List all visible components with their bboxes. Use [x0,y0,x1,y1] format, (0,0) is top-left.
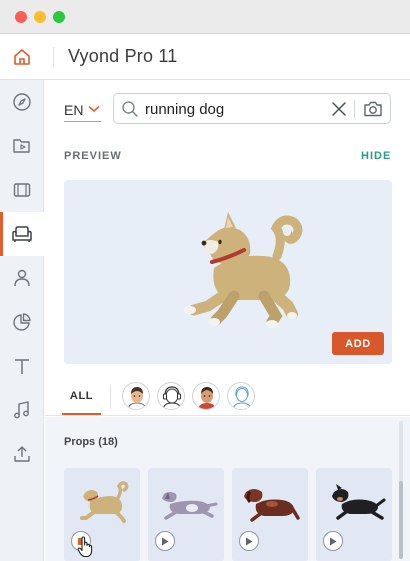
app-header: Vyond Pro 11 [0,34,410,80]
minimize-window-button[interactable] [34,11,46,23]
person-icon [14,269,30,287]
prop-thumbnail[interactable] [148,468,224,561]
running-dog-image [184,212,303,328]
compass-icon [13,93,31,111]
play-icon [162,537,169,545]
home-icon [14,48,30,65]
character-filter-1[interactable] [122,382,150,410]
sidebar-item-charts[interactable] [0,300,44,344]
search-box [113,93,391,124]
sidebar [0,80,44,561]
character-man-icon [127,387,147,409]
character-man-red-shirt-icon [198,387,216,409]
text-icon [15,359,29,374]
chevron-down-icon [88,106,100,112]
play-preview-button[interactable] [155,531,175,551]
video-folder-icon [13,139,30,153]
preview-area: ADD [64,180,392,364]
character-headphones-icon [162,386,182,409]
add-button[interactable]: ADD [332,332,384,355]
armchair-icon [12,226,32,242]
search-divider [354,100,355,118]
character-filter-4[interactable] [227,382,255,410]
prop-thumbnail[interactable] [64,468,140,561]
sidebar-item-text[interactable] [0,344,44,388]
app-title: Vyond Pro 11 [68,46,178,66]
preview-label: PREVIEW [64,150,122,162]
running-dog-brown-thumbnail [244,489,300,522]
sidebar-item-characters[interactable] [0,256,44,300]
window-titlebar [0,0,410,34]
play-preview-button[interactable] [239,531,259,551]
language-value: EN [64,102,84,118]
home-button[interactable] [0,34,44,79]
sidebar-item-explore[interactable] [0,80,44,124]
language-select[interactable]: EN [64,101,101,122]
header-divider [53,47,54,67]
hand-cursor-icon [77,536,93,558]
play-icon [246,537,253,545]
prop-thumbnail[interactable] [232,468,308,561]
sidebar-item-audio[interactable] [0,388,44,432]
character-filter-2[interactable] [157,382,185,410]
upload-icon [14,446,30,462]
sidebar-item-scenes[interactable] [0,168,44,212]
hide-preview-button[interactable]: HIDE [361,150,391,162]
music-icon [14,401,29,419]
play-icon [330,537,337,545]
close-window-button[interactable] [15,11,27,23]
scrollbar-thumb[interactable] [399,481,403,559]
maximize-window-button[interactable] [53,11,65,23]
props-section-title: Props (18) [64,436,118,448]
camera-icon[interactable] [363,100,383,118]
sidebar-item-props[interactable] [0,212,44,256]
search-input[interactable] [145,99,325,119]
character-woman-outline-icon [232,386,252,409]
running-dog-tan-thumbnail [80,481,129,523]
search-icon [122,101,138,117]
main-panel: EN PREVIEW HIDE [45,81,410,561]
library-panel: Props (18) [45,417,410,561]
play-preview-button[interactable] [323,531,343,551]
character-filter-3[interactable] [192,382,220,410]
sidebar-item-upload[interactable] [0,432,44,476]
sidebar-item-video-folder[interactable] [0,124,44,168]
tab-all[interactable]: ALL [62,379,101,415]
prop-thumbnail[interactable] [316,468,392,561]
film-icon [13,183,31,197]
tab-divider [110,385,111,409]
filter-tabs: ALL [45,379,410,416]
running-dog-black-thumbnail [332,484,386,520]
running-dog-purple-thumbnail [162,492,218,520]
pie-chart-icon [13,313,31,331]
clear-search-icon[interactable] [331,101,347,117]
